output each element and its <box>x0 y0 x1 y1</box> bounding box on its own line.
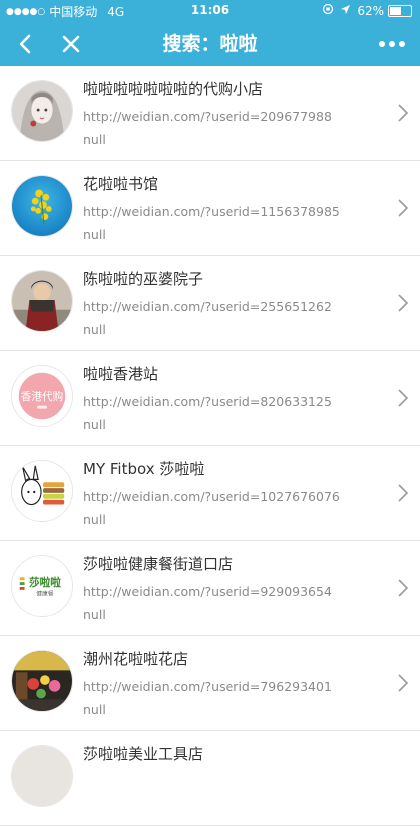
chevron-left-icon <box>19 34 31 54</box>
illustrated-girl-icon <box>12 81 72 141</box>
list-item[interactable]: 啦啦啦啦啦啦啦的代购小店 http://weidian.com/?userid=… <box>0 66 420 161</box>
store-name: MY Fitbox 莎啦啦 <box>83 460 205 478</box>
yellow-flowers-icon <box>12 176 72 236</box>
store-avatar <box>11 175 73 237</box>
chevron-right-icon <box>398 389 409 407</box>
rabbit-food-box-icon <box>12 461 72 521</box>
store-note: null <box>83 322 106 337</box>
list-item[interactable]: 潮州花啦啦花店 http://weidian.com/?userid=79629… <box>0 636 420 731</box>
store-avatar: 香港代购 <box>11 365 73 427</box>
store-url: http://weidian.com/?userid=796293401 <box>83 679 332 694</box>
hongkong-daigou-logo-icon: 香港代购 <box>12 366 72 426</box>
flower-shop-photo-icon <box>12 651 72 711</box>
store-name: 花啦啦书馆 <box>83 175 159 193</box>
status-right: 62% <box>316 3 412 18</box>
avatar-logo-subtext: 健康餐 <box>36 590 54 598</box>
nav-bar: 搜索：啦啦 <box>0 22 420 66</box>
store-name: 陈啦啦的巫婆院子 <box>83 270 204 288</box>
store-url: http://weidian.com/?userid=209677988 <box>83 109 332 124</box>
list-item[interactable]: 莎啦啦美业工具店 <box>0 731 420 826</box>
battery-percent-label: 62% <box>357 3 384 18</box>
store-note: null <box>83 132 106 147</box>
battery-icon <box>388 4 412 17</box>
store-avatar: 莎啦啦 健康餐 <box>11 555 73 617</box>
store-avatar <box>11 80 73 142</box>
person-photo-icon <box>12 271 72 331</box>
store-name: 莎啦啦美业工具店 <box>83 745 204 763</box>
chevron-right-icon <box>398 674 409 692</box>
store-url: http://weidian.com/?userid=255651262 <box>83 299 332 314</box>
status-bar: ●●●●○ 中国移动 4G 11:06 62% <box>0 0 420 22</box>
store-name: 啦啦啦啦啦啦啦的代购小店 <box>83 80 264 98</box>
store-name: 潮州花啦啦花店 <box>83 650 189 668</box>
more-dots-icon <box>379 41 405 47</box>
partial-avatar-icon <box>12 746 72 806</box>
back-button[interactable] <box>12 30 40 58</box>
store-note: null <box>83 512 106 527</box>
store-note: null <box>83 607 106 622</box>
rotation-lock-icon <box>322 3 334 18</box>
search-results-list: 啦啦啦啦啦啦啦的代购小店 http://weidian.com/?userid=… <box>0 66 420 826</box>
avatar-logo-text: 香港代购 <box>21 390 64 403</box>
close-button[interactable] <box>57 30 85 58</box>
chevron-right-icon <box>398 199 409 217</box>
location-arrow-icon <box>340 4 351 18</box>
list-item[interactable]: 陈啦啦的巫婆院子 http://weidian.com/?userid=2556… <box>0 256 420 351</box>
store-avatar <box>11 650 73 712</box>
store-avatar <box>11 460 73 522</box>
list-item[interactable]: 香港代购 啦啦香港站 http://weidian.com/?userid=82… <box>0 351 420 446</box>
store-avatar <box>11 270 73 332</box>
store-url: http://weidian.com/?userid=1027676076 <box>83 489 340 504</box>
avatar-logo-text: 莎啦啦 <box>29 576 61 589</box>
chevron-right-icon <box>398 104 409 122</box>
store-url: http://weidian.com/?userid=1156378985 <box>83 204 340 219</box>
chevron-right-icon <box>398 579 409 597</box>
shalala-logo-icon: 莎啦啦 健康餐 <box>12 556 72 616</box>
store-name: 莎啦啦健康餐街道口店 <box>83 555 234 573</box>
chevron-right-icon <box>398 294 409 312</box>
chevron-right-icon <box>398 484 409 502</box>
store-note: null <box>83 227 106 242</box>
store-note: null <box>83 417 106 432</box>
store-note: null <box>83 702 106 717</box>
close-icon <box>62 35 80 53</box>
list-item[interactable]: 莎啦啦 健康餐 莎啦啦健康餐街道口店 http://weidian.com/?u… <box>0 541 420 636</box>
store-url: http://weidian.com/?userid=929093654 <box>83 584 332 599</box>
store-url: http://weidian.com/?userid=820633125 <box>83 394 332 409</box>
store-avatar <box>11 745 73 807</box>
list-item[interactable]: 花啦啦书馆 http://weidian.com/?userid=1156378… <box>0 161 420 256</box>
store-name: 啦啦香港站 <box>83 365 159 383</box>
list-item[interactable]: MY Fitbox 莎啦啦 http://weidian.com/?userid… <box>0 446 420 541</box>
more-button[interactable] <box>374 32 410 56</box>
